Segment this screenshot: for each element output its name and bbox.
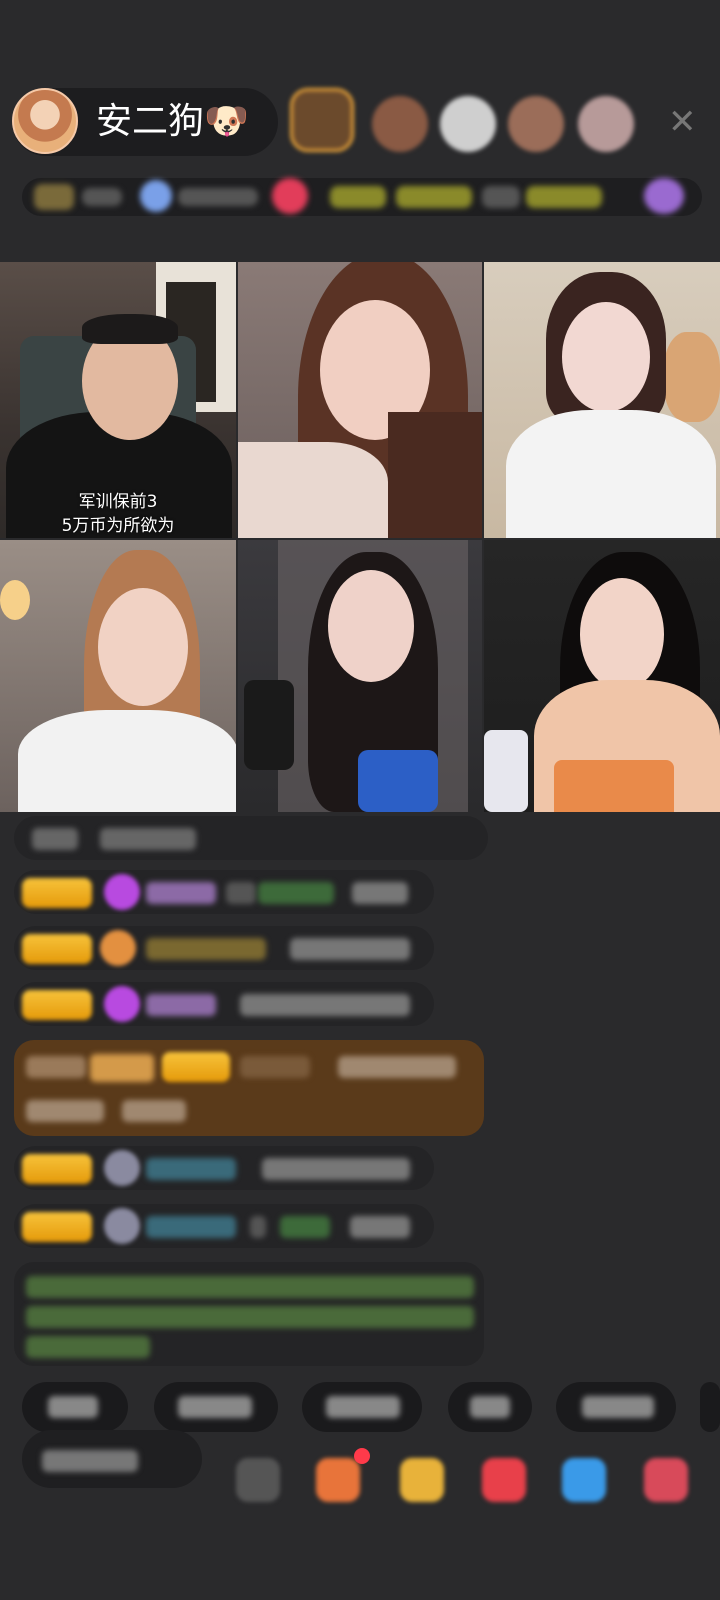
quick-reply-3-text — [326, 1396, 400, 1418]
gift-text — [178, 188, 258, 206]
level-badge-4[interactable] — [162, 1052, 230, 1082]
chat-6-text — [350, 1216, 410, 1238]
more-icon[interactable] — [236, 1458, 280, 1502]
grid-menu-icon[interactable] — [644, 1458, 688, 1502]
video-tile-3[interactable] — [484, 262, 720, 538]
chat-1-user[interactable] — [146, 882, 216, 904]
video-tile-5[interactable] — [238, 540, 482, 812]
hl-user[interactable] — [240, 1056, 310, 1078]
game-icon[interactable] — [562, 1458, 606, 1502]
chat-3-text — [240, 994, 410, 1016]
audience-avatar-2[interactable] — [372, 96, 428, 152]
close-icon[interactable]: ✕ — [668, 102, 697, 142]
host-avatar[interactable] — [12, 88, 78, 154]
tile1-caption-line1: 军训保前3 — [78, 492, 158, 512]
chat-1-text — [352, 882, 408, 904]
chat-5-text — [262, 1158, 410, 1180]
diamond-icon — [104, 874, 140, 910]
user-icon — [104, 1150, 140, 1186]
hl-badge-1[interactable] — [90, 1054, 154, 1082]
video-tile-4[interactable] — [0, 540, 236, 812]
level-badge-3[interactable] — [22, 990, 92, 1020]
user-icon — [104, 1208, 140, 1244]
level-badge-6[interactable] — [22, 1212, 92, 1242]
host-name: 安二狗🐶 — [96, 100, 249, 144]
chat-0-text — [32, 828, 78, 850]
chat-1-mid — [226, 882, 256, 904]
audience-avatar-4[interactable] — [508, 96, 564, 152]
chat-0-text-2 — [100, 828, 196, 850]
purple-badge-icon[interactable] — [644, 178, 684, 214]
quick-reply-4-text — [470, 1396, 510, 1418]
level-badge-2[interactable] — [22, 934, 92, 964]
audience-avatar-5[interactable] — [578, 96, 634, 152]
video-grid: 军训保前3 5万币为所欲为 — [0, 262, 720, 814]
red-envelope-icon[interactable] — [400, 1458, 444, 1502]
quick-reply-2-text — [178, 1396, 252, 1418]
hl-text-4 — [122, 1100, 186, 1122]
gift-icon[interactable] — [140, 180, 172, 212]
chat-3-user[interactable] — [146, 994, 216, 1016]
chat-2-user[interactable] — [146, 938, 266, 960]
highlight-tag-4[interactable] — [526, 186, 602, 208]
chat-6-target[interactable] — [280, 1216, 330, 1238]
rank-text — [82, 188, 122, 206]
diamond-icon — [104, 986, 140, 1022]
dog-emoji-icon: 🐶 — [204, 101, 249, 142]
gift-box-icon[interactable] — [316, 1458, 360, 1502]
notice-line-1 — [26, 1276, 474, 1298]
highlight-tag-3[interactable] — [482, 186, 520, 208]
tile1-caption: 军训保前3 5万币为所欲为 — [0, 490, 236, 538]
quick-reply-1-text — [48, 1396, 98, 1418]
tile1-caption-line2: 5万币为所欲为 — [61, 516, 175, 536]
chat-input-placeholder — [42, 1450, 138, 1472]
level-badge-1[interactable] — [22, 878, 92, 908]
chat-5-user[interactable] — [146, 1158, 236, 1180]
video-tile-2[interactable] — [238, 262, 482, 538]
red-badge-icon[interactable] — [272, 178, 308, 214]
notification-dot-icon — [354, 1448, 370, 1464]
audience-avatar-3[interactable] — [440, 96, 496, 152]
chat-6-user[interactable] — [146, 1216, 236, 1238]
level-badge-5[interactable] — [22, 1154, 92, 1184]
notice-line-3 — [26, 1336, 150, 1358]
hl-text-2 — [338, 1056, 456, 1078]
quick-reply-5-text — [582, 1396, 654, 1418]
audience-avatar-1[interactable] — [290, 88, 354, 152]
video-tile-6[interactable] — [484, 540, 720, 812]
rank-badge[interactable] — [34, 184, 74, 210]
quick-reply-6[interactable] — [700, 1382, 720, 1432]
hl-text-3 — [26, 1100, 104, 1122]
pk-icon[interactable] — [482, 1458, 526, 1502]
host-name-text: 安二狗 — [96, 101, 205, 142]
highlight-tag-2[interactable] — [396, 186, 472, 208]
highlight-tag-1[interactable] — [330, 186, 386, 208]
hl-text-1 — [26, 1056, 86, 1078]
chat-message-0[interactable] — [14, 816, 488, 860]
chat-2-text — [290, 938, 410, 960]
chat-1-target[interactable] — [258, 882, 334, 904]
notice-line-2 — [26, 1306, 474, 1328]
medal-icon — [100, 930, 136, 966]
chat-6-mid — [250, 1216, 266, 1238]
video-tile-1[interactable]: 军训保前3 5万币为所欲为 — [0, 262, 236, 538]
